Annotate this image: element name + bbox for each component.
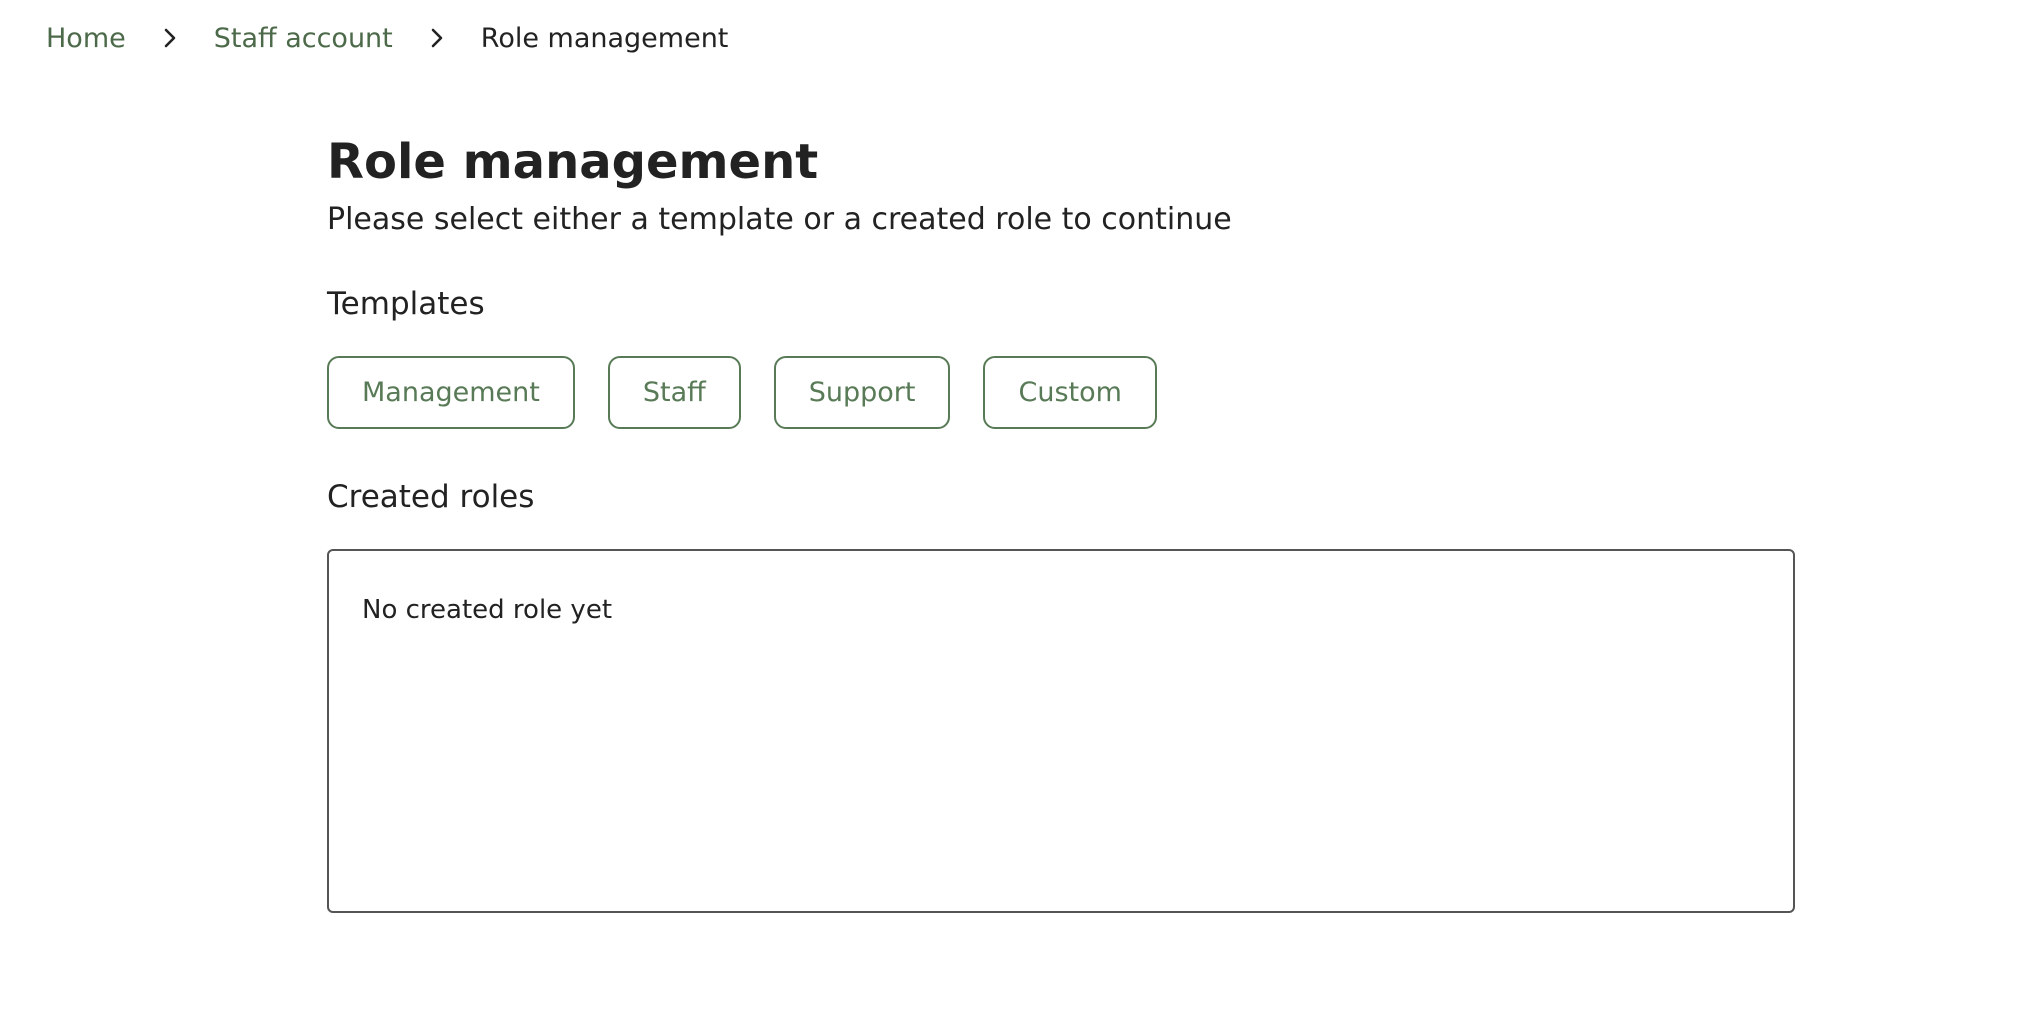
empty-state-text: No created role yet	[362, 595, 613, 625]
template-button-group: Management Staff Support Custom	[327, 356, 1795, 429]
chevron-right-icon	[157, 27, 183, 49]
templates-heading: Templates	[327, 286, 485, 322]
page-subtitle: Please select either a template or a cre…	[327, 202, 1232, 237]
staff-template-button[interactable]: Staff	[607, 356, 741, 429]
breadcrumb: Home Staff account Role management	[46, 18, 728, 58]
breadcrumb-home-link[interactable]: Home	[46, 23, 126, 54]
created-roles-list: No created role yet	[327, 549, 1795, 913]
main-content: Role management Please select either a t…	[327, 128, 1795, 913]
breadcrumb-staff-account-link[interactable]: Staff account	[214, 23, 393, 54]
management-template-button[interactable]: Management	[327, 356, 575, 429]
custom-template-button[interactable]: Custom	[983, 356, 1157, 429]
page-title: Role management	[327, 134, 819, 190]
chevron-right-icon	[424, 27, 450, 49]
role-management-page: Home Staff account Role management Role …	[0, 0, 2022, 1030]
created-roles-heading: Created roles	[327, 479, 535, 515]
support-template-button[interactable]: Support	[773, 356, 951, 429]
breadcrumb-current: Role management	[480, 22, 729, 54]
